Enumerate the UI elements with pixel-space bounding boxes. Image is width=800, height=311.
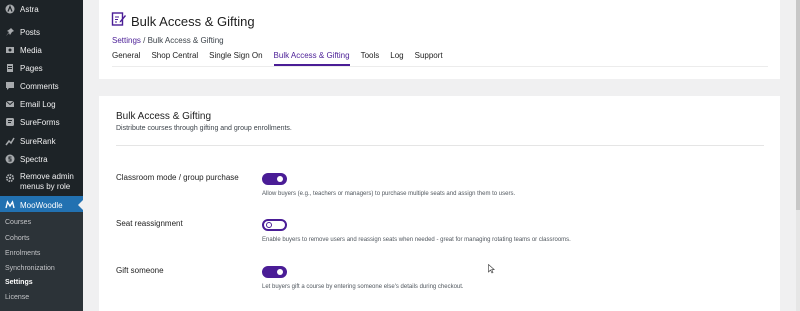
tab-single-sign-on[interactable]: Single Sign On	[209, 50, 262, 66]
moowoodle-icon	[4, 200, 15, 211]
tab-bulk-access-gifting[interactable]: Bulk Access & Gifting	[273, 50, 350, 66]
sidebar-item-remove-admin-menus[interactable]: Remove admin menus by role	[0, 170, 83, 198]
sidebar-item-media[interactable]: Media	[0, 41, 83, 59]
sidebar-item-label: Pages	[20, 63, 43, 73]
sidebar-item-label: Astra	[20, 4, 39, 14]
breadcrumb-current: Bulk Access & Gifting	[147, 36, 224, 45]
sidebar-item-label: MooWoodle	[20, 200, 63, 210]
setting-label: Seat reassignment	[116, 219, 183, 228]
submenu-item-courses[interactable]: Courses	[5, 219, 31, 226]
sidebar-item-email-log[interactable]: Email Log	[0, 95, 83, 113]
sidebar-item-spectra[interactable]: Spectra	[0, 150, 83, 168]
astra-icon	[4, 4, 15, 15]
submenu-item-cohorts[interactable]: Cohorts	[5, 235, 30, 242]
submenu-item-license[interactable]: License	[5, 294, 29, 301]
setting-gift-someone: Gift someone Let buyers gift a course by…	[116, 266, 766, 306]
spectra-icon	[4, 154, 15, 165]
gift-someone-toggle[interactable]	[262, 266, 287, 278]
moowoodle-submenu: Courses Cohorts Enrolments Synchronizati…	[0, 212, 83, 311]
sidebar-item-comments[interactable]: Comments	[0, 77, 83, 95]
sidebar-item-label: SureRank	[20, 136, 56, 146]
breadcrumb: Settings / Bulk Access & Gifting	[112, 36, 224, 45]
mouse-cursor-icon	[488, 264, 495, 274]
media-icon	[4, 45, 15, 56]
seat-reassignment-toggle[interactable]	[262, 219, 287, 231]
sidebar-item-sureforms[interactable]: SureForms	[0, 113, 83, 131]
sidebar-item-surerank[interactable]: SureRank	[0, 132, 83, 150]
setting-seat-reassignment: Seat reassignment Enable buyers to remov…	[116, 219, 766, 259]
sidebar-item-label: Email Log	[20, 99, 56, 109]
setting-description: Let buyers gift a course by entering som…	[262, 284, 464, 290]
setting-label: Classroom mode / group purchase	[116, 173, 239, 182]
scrollbar[interactable]	[796, 0, 800, 311]
divider	[116, 145, 764, 146]
sureforms-icon	[4, 117, 15, 128]
setting-label: Gift someone	[116, 266, 164, 275]
gear-icon	[4, 172, 15, 183]
edit-document-icon	[111, 11, 127, 27]
settings-tabs: General Shop Central Single Sign On Bulk…	[112, 50, 454, 66]
scrollbar-thumb[interactable]	[796, 0, 800, 210]
tab-support[interactable]: Support	[415, 50, 443, 66]
settings-header: Bulk Access & Gifting Settings / Bulk Ac…	[99, 0, 780, 79]
sidebar-item-label: Media	[20, 45, 42, 55]
submenu-item-settings[interactable]: Settings	[5, 279, 33, 286]
toggle-knob	[277, 269, 283, 275]
tab-general[interactable]: General	[112, 50, 140, 66]
pages-icon	[4, 63, 15, 74]
tab-shop-central[interactable]: Shop Central	[151, 50, 198, 66]
setting-description: Allow buyers (e.g., teachers or managers…	[262, 191, 516, 197]
sidebar-item-label: Comments	[20, 81, 59, 91]
surerank-icon	[4, 136, 15, 147]
sidebar-item-label: SureForms	[20, 117, 60, 127]
submenu-item-synchronization[interactable]: Synchronization	[5, 265, 55, 272]
tab-log[interactable]: Log	[390, 50, 403, 66]
sidebar-item-label: Spectra	[20, 154, 48, 164]
submenu-item-enrolments[interactable]: Enrolments	[5, 250, 40, 257]
breadcrumb-separator: /	[140, 36, 148, 45]
admin-sidebar: Astra Posts Media Pages Comments Email L…	[0, 0, 83, 311]
toggle-knob	[266, 222, 272, 228]
sidebar-item-pages[interactable]: Pages	[0, 59, 83, 77]
classroom-mode-toggle[interactable]	[262, 173, 287, 185]
setting-classroom-mode: Classroom mode / group purchase Allow bu…	[116, 173, 766, 213]
divider	[112, 66, 768, 67]
section-description: Distribute courses through gifting and g…	[116, 125, 292, 132]
sidebar-item-label: Posts	[20, 27, 41, 37]
active-menu-arrow	[78, 200, 83, 210]
sidebar-item-label: Remove admin menus by role	[20, 172, 74, 191]
setting-description: Enable buyers to remove users and reassi…	[262, 237, 571, 243]
section-title: Bulk Access & Gifting	[116, 111, 212, 122]
email-icon	[4, 99, 15, 110]
comment-icon	[4, 81, 15, 92]
pin-icon	[4, 27, 15, 38]
sidebar-item-posts[interactable]: Posts	[0, 23, 83, 41]
tab-tools[interactable]: Tools	[361, 50, 380, 66]
page-title: Bulk Access & Gifting	[131, 14, 255, 29]
breadcrumb-link-settings[interactable]: Settings	[112, 36, 141, 45]
toggle-knob	[277, 176, 283, 182]
sidebar-item-astra[interactable]: Astra	[0, 0, 83, 18]
settings-content: Bulk Access & Gifting Distribute courses…	[99, 96, 780, 311]
